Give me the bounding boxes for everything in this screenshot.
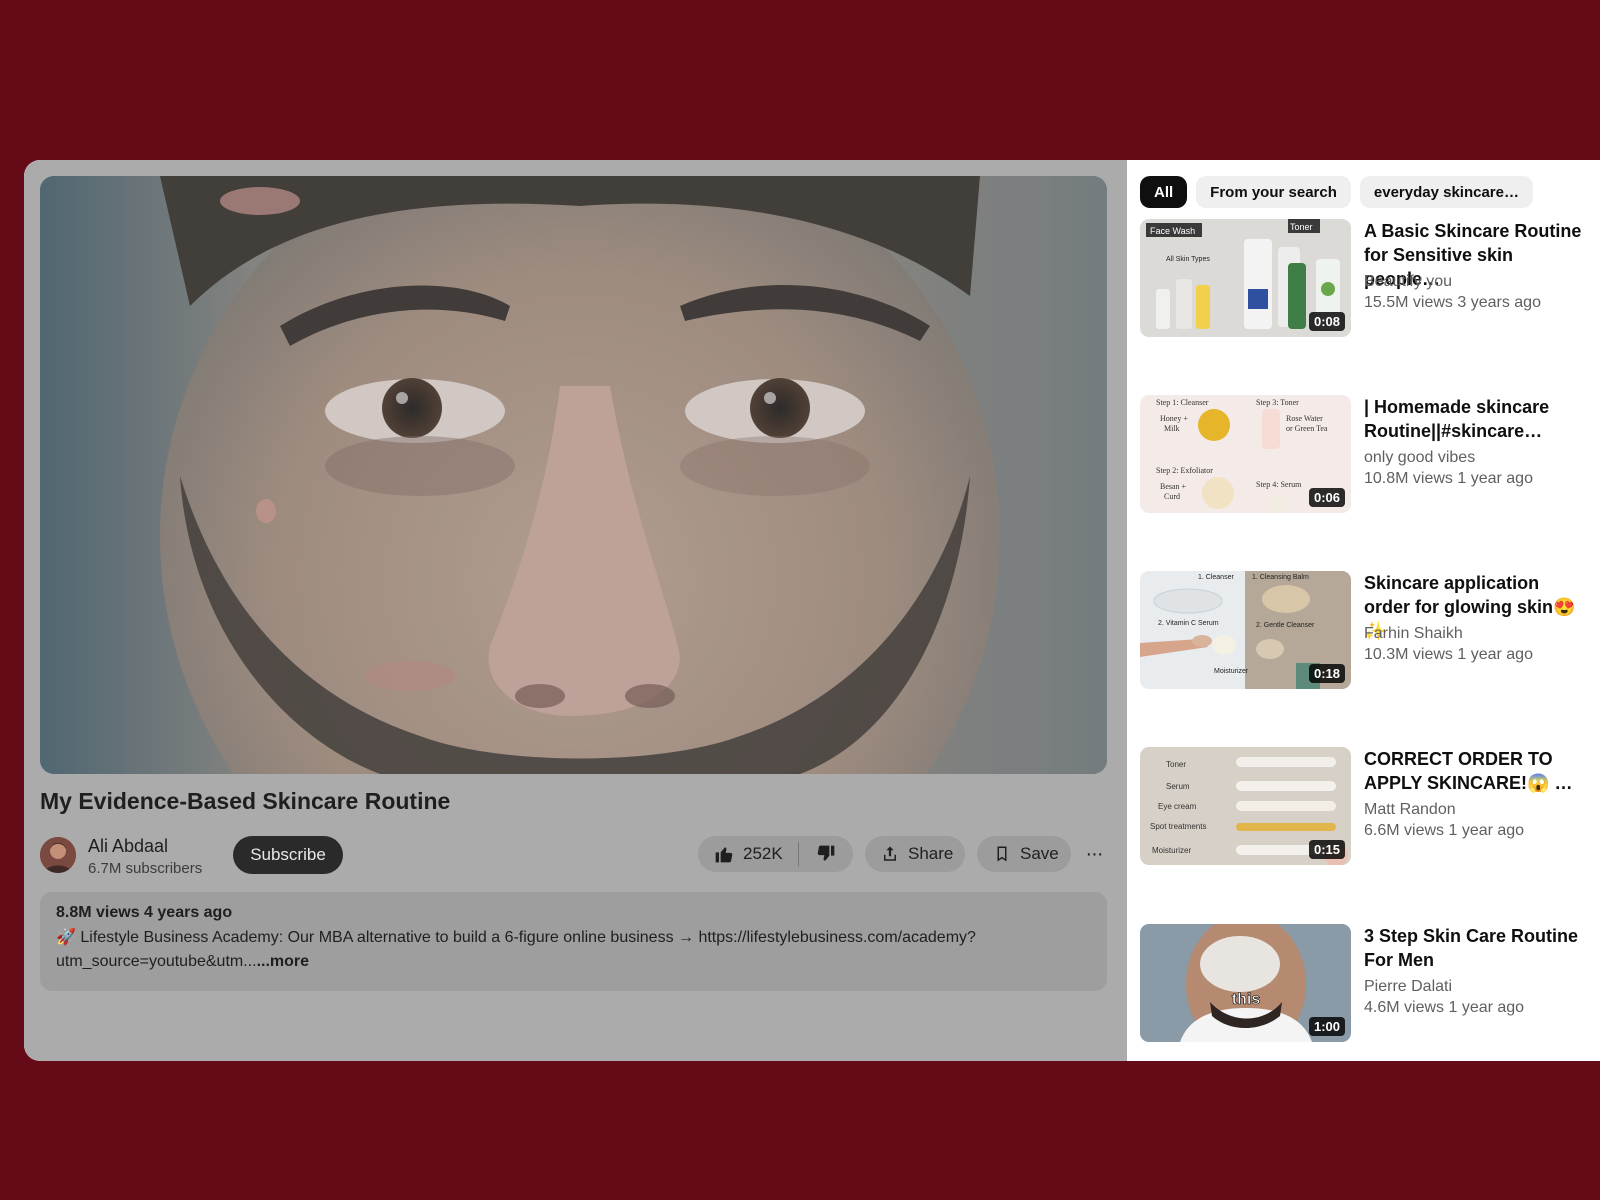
recommendation-item[interactable]: 1. Cleanser 1. Cleansing Balm 2. Vitamin… <box>1140 571 1600 691</box>
bookmark-icon <box>997 846 1007 862</box>
like-button[interactable]: 252K <box>698 836 798 872</box>
show-more-link[interactable]: ...more <box>257 953 309 970</box>
description-box[interactable]: 8.8M views 4 years ago 🚀 Lifestyle Busin… <box>40 892 1107 991</box>
video-thumbnail[interactable]: this 1:00 <box>1140 924 1351 1042</box>
avatar-image <box>40 837 76 873</box>
app-window: My Evidence-Based Skincare Routine Ali A… <box>24 160 1600 1061</box>
video-duration: 1:00 <box>1308 1017 1345 1036</box>
video-duration: 0:08 <box>1308 312 1345 331</box>
thumb-caption: this <box>1232 991 1261 1008</box>
recommendation-channel[interactable]: Matt Randon <box>1364 801 1456 819</box>
recommendation-item[interactable]: Face Wash Toner All Skin Types 0:08 A Ba <box>1140 219 1600 339</box>
watch-pane: My Evidence-Based Skincare Routine Ali A… <box>24 160 1127 1061</box>
share-button[interactable]: Share <box>865 836 965 872</box>
recommendation-item[interactable]: Toner Serum Eye cream Spot treatments Mo… <box>1140 747 1600 867</box>
channel-row: Ali Abdaal 6.7M subscribers Subscribe 25… <box>40 834 1108 877</box>
video-duration: 0:06 <box>1308 488 1345 507</box>
thumb-text: Toner <box>1166 760 1186 769</box>
recommendation-item[interactable]: this 1:00 3 Step Skin Care Routine For M… <box>1140 924 1600 1044</box>
channel-name[interactable]: Ali Abdaal <box>88 836 168 857</box>
video-duration: 0:15 <box>1308 840 1345 859</box>
thumb-text: Step 2: Exfoliator <box>1156 466 1213 475</box>
thumbs-up-icon <box>715 847 733 863</box>
recommendation-meta: 4.6M views 1 year ago <box>1364 999 1525 1016</box>
view-count-date: 8.8M views 4 years ago <box>56 904 233 921</box>
thumb-text: 1. Cleansing Balm <box>1252 574 1309 581</box>
thumb-text: Besan + <box>1160 482 1187 491</box>
video-thumbnail[interactable]: Step 1: Cleanser Step 3: Toner Honey + M… <box>1140 395 1351 513</box>
recommendation-meta: 10.3M views 1 year ago <box>1364 646 1533 663</box>
thumb-text: Spot treatments <box>1150 822 1206 831</box>
thumb-text: Moisturizer <box>1214 668 1249 675</box>
thumbs-down-icon <box>817 845 835 861</box>
recommendation-title[interactable]: 3 Step Skin Care Routine For Men <box>1364 924 1590 972</box>
thumb-text: Eye cream <box>1158 802 1197 811</box>
description-body: 🚀 Lifestyle Business Academy: Our MBA al… <box>56 929 976 970</box>
subscribe-button[interactable]: Subscribe <box>233 836 343 874</box>
recommendation-item[interactable]: Step 1: Cleanser Step 3: Toner Honey + M… <box>1140 395 1600 515</box>
description-text: 🚀 Lifestyle Business Academy: Our MBA al… <box>56 926 1046 974</box>
thumb-text: 1. Cleanser <box>1198 574 1234 581</box>
thumb-text: Serum <box>1166 782 1190 791</box>
thumb-text: All Skin Types <box>1166 256 1210 263</box>
recommendations-pane: All From your search everyday skincare… … <box>1127 160 1600 1061</box>
chip-all[interactable]: All <box>1140 176 1188 208</box>
thumb-text: Toner <box>1290 222 1313 232</box>
video-thumbnail[interactable]: Face Wash Toner All Skin Types 0:08 <box>1140 219 1351 337</box>
recommendation-channel[interactable]: only good vibes <box>1364 449 1475 467</box>
thumb-text: 2. Gentle Cleanser <box>1256 622 1315 629</box>
thumb-text: Face Wash <box>1150 226 1195 236</box>
recommendation-title[interactable]: | Homemade skincare Routine||#skincare… <box>1364 395 1590 443</box>
recommendation-channel[interactable]: Beautify you <box>1364 273 1452 291</box>
share-label: Share <box>908 844 954 863</box>
chip-from-your-search[interactable]: From your search <box>1196 176 1351 208</box>
video-duration: 0:18 <box>1308 664 1345 683</box>
channel-avatar[interactable] <box>40 837 76 873</box>
filter-chips: All From your search everyday skincare… <box>1140 176 1533 208</box>
recommendation-meta: 6.6M views 1 year ago <box>1364 822 1525 839</box>
video-player[interactable] <box>40 176 1107 774</box>
video-thumbnail[interactable]: 1. Cleanser 1. Cleansing Balm 2. Vitamin… <box>1140 571 1351 689</box>
recommendation-channel[interactable]: Farhin Shaikh <box>1364 625 1463 643</box>
thumb-text: Honey + <box>1160 414 1188 423</box>
recommendation-title[interactable]: CORRECT ORDER TO APPLY SKINCARE!😱 … <box>1364 747 1590 795</box>
share-icon <box>884 846 896 861</box>
chip-everyday-skincare[interactable]: everyday skincare… <box>1359 176 1533 208</box>
video-thumbnail[interactable]: Toner Serum Eye cream Spot treatments Mo… <box>1140 747 1351 865</box>
thumb-text: or Green Tea <box>1286 424 1328 433</box>
thumb-text: Curd <box>1164 492 1180 501</box>
video-frame <box>40 176 1107 774</box>
video-title: My Evidence-Based Skincare Routine <box>40 788 451 814</box>
thumb-text: Moisturizer <box>1152 846 1191 855</box>
thumb-text: Milk <box>1164 424 1180 433</box>
save-label: Save <box>1020 844 1059 863</box>
recommendation-channel[interactable]: Pierre Dalati <box>1364 978 1452 996</box>
thumb-text: Step 4: Serum <box>1256 480 1302 489</box>
thumb-text: Step 1: Cleanser <box>1156 398 1209 407</box>
like-dislike-group: 252K <box>698 836 853 872</box>
thumb-text: Rose Water <box>1286 414 1323 423</box>
more-actions-button[interactable]: ··· <box>1080 840 1108 868</box>
thumb-text: 2. Vitamin C Serum <box>1158 620 1219 627</box>
thumb-text: Step 3: Toner <box>1256 398 1299 407</box>
recommendation-meta: 15.5M views 3 years ago <box>1364 294 1541 311</box>
save-button[interactable]: Save <box>977 836 1071 872</box>
dislike-button[interactable] <box>799 836 853 872</box>
recommendation-meta: 10.8M views 1 year ago <box>1364 470 1533 487</box>
like-count: 252K <box>743 844 783 863</box>
subscriber-count: 6.7M subscribers <box>88 860 203 877</box>
